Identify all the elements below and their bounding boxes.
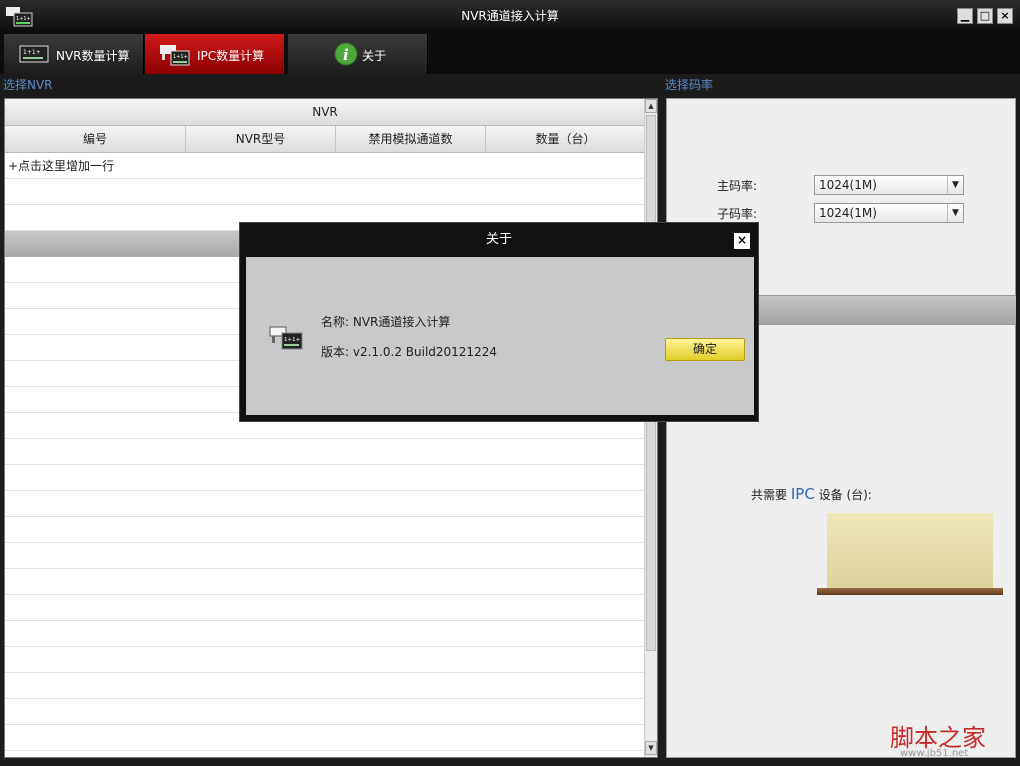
- name-label: 名称:: [321, 315, 350, 329]
- version-value: v2.1.0.2 Build20121224: [352, 345, 497, 359]
- column-header-quantity[interactable]: 数量（台）: [486, 126, 645, 153]
- column-header-id[interactable]: 编号: [5, 126, 186, 153]
- column-header-disabled-channels[interactable]: 禁用模拟通道数: [336, 126, 486, 153]
- main-rate-select[interactable]: 1024(1M) ▼: [814, 175, 964, 195]
- ipc-camera-icon: 1+1+: [160, 45, 190, 66]
- sub-rate-select[interactable]: 1024(1M) ▼: [814, 203, 964, 223]
- version-label: 版本:: [321, 345, 350, 359]
- nvr-device-icon: 1+1+: [19, 45, 49, 63]
- name-value: NVR通道接入计算: [352, 315, 451, 329]
- tab-nvr-calc[interactable]: 1+1+ NVR数量计算: [4, 34, 144, 74]
- result-shelf: [817, 588, 1003, 595]
- tab-about-label: 关于: [362, 49, 387, 63]
- total-devices-label: 共需要 IPC 设备 (台):: [751, 485, 872, 503]
- minimize-button[interactable]: ▁: [957, 8, 973, 24]
- scroll-down-icon[interactable]: ▼: [645, 741, 657, 755]
- nvr-table-panel: NVR 编号 NVR型号 禁用模拟通道数 数量（台） +点击这里增加一行 ▲ ▼: [4, 98, 658, 758]
- chevron-down-icon[interactable]: ▼: [947, 204, 963, 222]
- svg-text:1+1+: 1+1+: [284, 337, 301, 343]
- sub-rate-value: 1024(1M): [819, 206, 877, 220]
- watermark-url: www.jb51.net: [900, 748, 969, 759]
- table-row: [5, 179, 645, 205]
- table-group-header: NVR: [5, 99, 645, 126]
- svg-text:1+1+: 1+1+: [23, 49, 41, 56]
- dialog-body: 1+1+ 名称: NVR通道接入计算 版本: v2.1.0.2 Build201…: [246, 257, 754, 415]
- list-item: [5, 491, 645, 517]
- svg-text:i: i: [343, 46, 349, 64]
- main-rate-value: 1024(1M): [819, 178, 877, 192]
- list-item: [5, 621, 645, 647]
- list-item: [5, 595, 645, 621]
- result-display: [827, 513, 993, 589]
- title-bar: 1+1+ NVR通道接入计算 ▁ □ ×: [0, 0, 1020, 30]
- total-suffix: 设备 (台):: [818, 488, 872, 502]
- dialog-close-button[interactable]: ×: [734, 233, 750, 249]
- tab-ipc-calc-label: IPC数量计算: [197, 49, 265, 63]
- total-ipc-text: IPC: [790, 485, 815, 503]
- total-prefix: 共需要: [751, 488, 788, 502]
- dialog-version-line: 版本: v2.1.0.2 Build20121224: [321, 343, 497, 360]
- select-bitrate-label: 选择码率: [665, 78, 714, 92]
- list-item: [5, 725, 645, 751]
- list-item: [5, 647, 645, 673]
- column-header-model[interactable]: NVR型号: [186, 126, 336, 153]
- tab-about[interactable]: i 关于: [288, 34, 428, 74]
- list-item: [5, 569, 645, 595]
- info-icon: i: [334, 42, 358, 66]
- main-rate-label: 主码率:: [717, 179, 758, 193]
- list-item: [5, 543, 645, 569]
- table-header-row: 编号 NVR型号 禁用模拟通道数 数量（台）: [5, 126, 645, 153]
- ok-button[interactable]: 确定: [665, 338, 745, 361]
- maximize-button[interactable]: □: [977, 8, 993, 24]
- svg-text:1+1+: 1+1+: [173, 54, 188, 60]
- vertical-scrollbar[interactable]: ▲ ▼: [644, 99, 657, 757]
- chevron-down-icon[interactable]: ▼: [947, 176, 963, 194]
- about-dialog: 关于 × 1+1+ 名称: NVR通道接入计算 版本: v2.1.0.2 Bui…: [239, 222, 759, 422]
- close-button[interactable]: ×: [997, 8, 1013, 24]
- add-row-link[interactable]: +点击这里增加一行: [5, 153, 645, 179]
- list-item: [5, 673, 645, 699]
- list-item: [5, 699, 645, 725]
- tab-bar: 1+1+ NVR数量计算 1+1+ IPC数量计算 i 关于: [0, 30, 1020, 74]
- dialog-name-line: 名称: NVR通道接入计算: [321, 313, 450, 330]
- scroll-up-icon[interactable]: ▲: [645, 99, 657, 113]
- list-item: [5, 465, 645, 491]
- list-item: [5, 439, 645, 465]
- app-logo-icon: 1+1+: [269, 326, 303, 350]
- sub-rate-label: 子码率:: [717, 207, 758, 221]
- tab-ipc-calc[interactable]: 1+1+ IPC数量计算: [145, 34, 285, 74]
- list-item: [5, 517, 645, 543]
- window-title: NVR通道接入计算: [461, 9, 559, 23]
- tab-nvr-calc-label: NVR数量计算: [56, 49, 130, 63]
- dialog-title: 关于: [485, 232, 512, 247]
- select-nvr-label: 选择NVR: [3, 78, 53, 92]
